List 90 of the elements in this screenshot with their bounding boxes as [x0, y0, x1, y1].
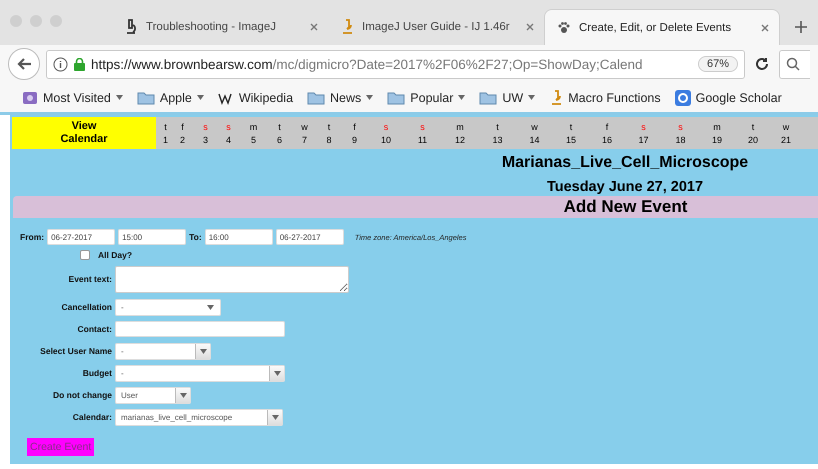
- day-link[interactable]: w 7: [292, 117, 317, 149]
- caret-icon: [272, 414, 278, 420]
- day-link[interactable]: w 21: [771, 117, 801, 149]
- caret-icon: [196, 95, 204, 100]
- checkbox-label: All Day?: [98, 250, 132, 260]
- dropdown[interactable]: -: [115, 364, 285, 382]
- day-link[interactable]: f 9: [341, 117, 368, 149]
- caret-icon: [458, 95, 466, 100]
- date-field[interactable]: 06-27-2017: [276, 229, 344, 245]
- bookmark[interactable]: UW: [479, 90, 536, 104]
- info-icon[interactable]: [53, 56, 68, 72]
- field-label: Cancellation: [60, 302, 112, 312]
- close-icon[interactable]: [761, 24, 769, 32]
- paw-icon: [557, 20, 571, 34]
- day-link[interactable]: m 5: [240, 117, 267, 149]
- bookmark[interactable]: Macro Functions: [549, 90, 661, 106]
- field-label: Event text:: [68, 274, 112, 284]
- folder-icon: [307, 90, 326, 104]
- lock-icon: [74, 58, 85, 70]
- microscope-icon: [549, 90, 564, 106]
- day-link[interactable]: s 4: [217, 117, 240, 149]
- caret-icon: [366, 95, 374, 100]
- bookmark[interactable]: Most Visited: [22, 90, 123, 104]
- bookmark[interactable]: Popular: [387, 90, 466, 104]
- all-day-checkbox[interactable]: [80, 250, 90, 260]
- day-link[interactable]: f 16: [589, 117, 625, 149]
- folder-icon: [479, 90, 498, 104]
- dropdown[interactable]: -: [115, 298, 221, 316]
- field-label: Budget: [82, 368, 112, 378]
- day-link[interactable]: w 14: [516, 117, 553, 149]
- day-link[interactable]: t 1: [160, 117, 171, 149]
- day-link[interactable]: s 18: [662, 117, 699, 149]
- caret-icon: [116, 95, 123, 100]
- day-link[interactable]: t 20: [735, 117, 771, 149]
- zoom-level[interactable]: 67%: [698, 56, 738, 72]
- field-label: Select User Name: [39, 346, 112, 356]
- day-link[interactable]: t 6: [267, 117, 292, 149]
- date-field[interactable]: 06-27-2017: [47, 229, 116, 245]
- dropdown[interactable]: marianas_live_cell_microscope: [115, 408, 283, 426]
- google-scholar-icon: [674, 90, 691, 106]
- bookmark[interactable]: Apple: [136, 90, 204, 104]
- field-label: Contact:: [76, 324, 112, 334]
- back-button[interactable]: [8, 48, 40, 80]
- close-icon[interactable]: [310, 23, 318, 31]
- day-link[interactable]: s 10: [368, 117, 404, 149]
- day-link[interactable]: t 8: [317, 117, 341, 149]
- date-title: Tuesday June 27, 2017: [546, 178, 704, 196]
- day-link[interactable]: s 11: [404, 117, 441, 149]
- field-label: From:: [20, 232, 44, 242]
- day-link[interactable]: s 17: [625, 117, 662, 149]
- caret-icon: [180, 392, 186, 398]
- new-tab-icon[interactable]: [794, 20, 808, 34]
- bookmark[interactable]: News: [307, 90, 374, 104]
- time-field[interactable]: 16:00: [204, 229, 273, 245]
- search-field[interactable]: [779, 50, 810, 78]
- field-label: Do not change: [52, 390, 112, 400]
- search-icon: [786, 57, 800, 71]
- event-text-field[interactable]: [115, 266, 349, 292]
- caret-icon: [274, 370, 280, 376]
- time-field[interactable]: 15:00: [118, 229, 186, 245]
- field-label: To:: [189, 232, 202, 242]
- day-link[interactable]: m 19: [699, 117, 735, 149]
- text-field[interactable]: [115, 321, 285, 337]
- bookmark[interactable]: Wikipedia: [218, 90, 294, 104]
- microscope-icon: [340, 19, 354, 35]
- folder-icon: [387, 90, 406, 104]
- caret-icon: [207, 304, 214, 310]
- day-link[interactable]: s 3: [194, 117, 217, 149]
- view-calendar-button[interactable]: View Calendar: [12, 117, 156, 149]
- day-link[interactable]: t 15: [553, 117, 589, 149]
- close-icon[interactable]: [526, 23, 534, 31]
- resource-title: Marianas_Live_Cell_Microscope: [500, 154, 750, 173]
- section-title: Add New Event: [13, 196, 818, 218]
- field-label: Calendar:: [72, 412, 112, 422]
- folder-icon: [136, 90, 155, 104]
- caret-icon: [200, 348, 206, 354]
- microscope-icon: [124, 19, 138, 35]
- browser-tab[interactable]: ImageJ User Guide - IJ 1.46r: [328, 9, 544, 45]
- dropdown[interactable]: -: [115, 342, 211, 360]
- day-link[interactable]: f 2: [171, 117, 194, 149]
- reload-icon: [755, 57, 769, 71]
- browser-tab[interactable]: Troubleshooting - ImageJ: [112, 9, 328, 45]
- caret-icon: [528, 95, 536, 100]
- back-arrow-icon: [16, 57, 32, 71]
- day-link[interactable]: m 12: [441, 117, 479, 149]
- dropdown[interactable]: User: [115, 386, 191, 404]
- day-link[interactable]: t 13: [479, 117, 516, 149]
- address-bar[interactable]: https://www.brownbearsw.com/mc/digmicro?Date=2017%2F06%2F27;Op=ShowDay;Calend 67%: [46, 50, 745, 78]
- browser-tab[interactable]: Create, Edit, or Delete Events: [544, 9, 780, 45]
- bookmark[interactable]: Google Scholar: [674, 90, 782, 106]
